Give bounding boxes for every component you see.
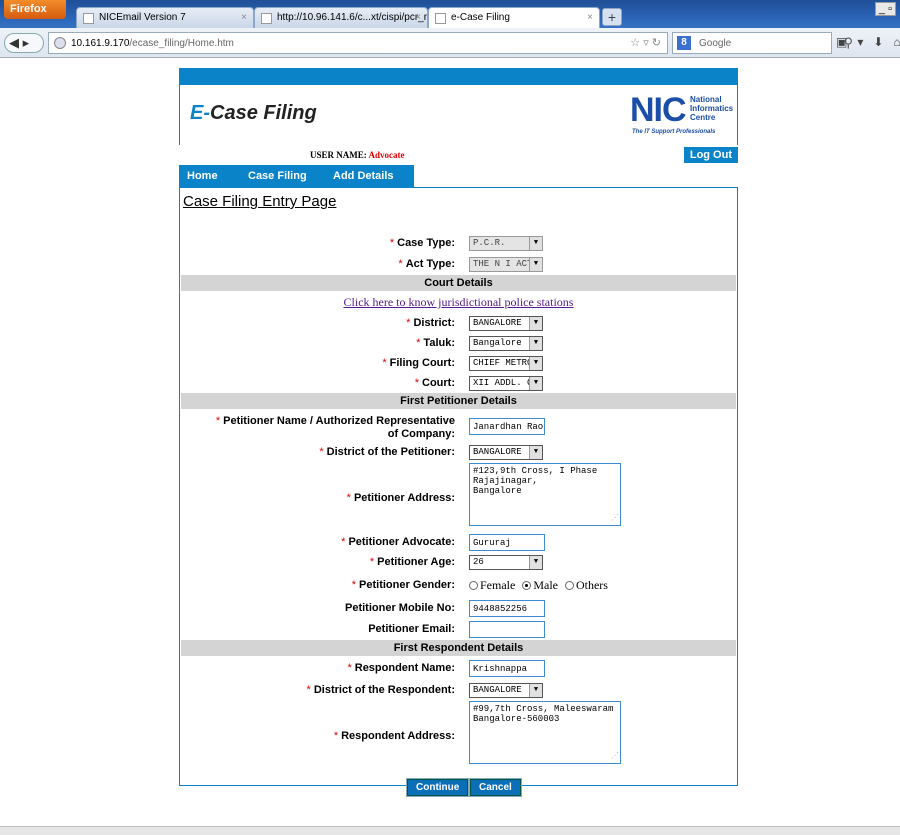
- main-menu: Home Case Filing Add Details: [179, 165, 414, 187]
- menu-item-home[interactable]: Home: [187, 170, 218, 182]
- close-tab-icon[interactable]: ×: [587, 12, 593, 23]
- taluk-row: * Taluk: Bangalore ▼: [180, 336, 737, 351]
- nic-logo: NIC National Informatics Centre The IT Sup…: [630, 91, 734, 135]
- menu-item-add-details[interactable]: Add Details: [333, 170, 394, 182]
- police-stations-link[interactable]: Click here to know jurisdictional police…: [180, 295, 737, 310]
- firefox-menu-button[interactable]: Firefox: [4, 0, 66, 19]
- petitioner-mobile-input[interactable]: 9448852256: [469, 600, 545, 617]
- filing-court-row: * Filing Court: CHIEF METROP ▼: [180, 356, 737, 371]
- search-placeholder: Google: [699, 38, 732, 49]
- petitioner-district-select[interactable]: BANGALORE ▼: [469, 445, 543, 460]
- page-icon: [83, 13, 94, 24]
- gender-male-radio[interactable]: Male: [522, 578, 558, 592]
- chevron-down-icon: ▼: [529, 337, 542, 350]
- district-row: * District: BANGALORE ▼: [180, 316, 737, 331]
- new-tab-button[interactable]: +: [602, 8, 622, 26]
- chevron-down-icon: ▼: [529, 357, 542, 370]
- chevron-down-icon: ▼: [529, 684, 542, 697]
- logout-button[interactable]: Log Out: [683, 147, 738, 163]
- page-title: Case Filing Entry Page: [183, 193, 337, 210]
- case-type-row: * Case Type: P.C.R. ▼: [180, 236, 737, 251]
- act-type-select[interactable]: THE N I ACT, 1 ▼: [469, 257, 543, 272]
- ecase-logo: E-Case Filing: [190, 102, 317, 124]
- court-row: * Court: XII ADDL. CHI ▼: [414, 376, 543, 391]
- respondent-address-row: * Respondent Address: #99,7th Cross, Male…: [180, 701, 737, 764]
- search-box[interactable]: 8 Google ⚲: [672, 32, 853, 54]
- chevron-down-icon: ▼: [529, 317, 542, 330]
- respondent-address-textarea[interactable]: #99,7th Cross, Maleeswaram Bangalore-560…: [469, 701, 621, 764]
- close-tab-icon[interactable]: ×: [241, 12, 247, 23]
- close-tab-icon[interactable]: ×: [415, 12, 421, 23]
- petitioner-address-row: * Petitioner Address: #123,9th Cross, I P…: [180, 463, 737, 526]
- filing-court-select[interactable]: CHIEF METROP ▼: [469, 356, 543, 371]
- tab-nicemail[interactable]: NICEmail Version 7 ×: [76, 7, 254, 28]
- district-select[interactable]: BANGALORE ▼: [469, 316, 543, 331]
- chevron-down-icon: ▼: [529, 258, 542, 271]
- petitioner-email-input[interactable]: [469, 621, 545, 638]
- google-icon: 8: [677, 36, 691, 50]
- respondent-district-row: * District of the Respondent: BANGALORE ▼: [180, 683, 737, 698]
- respondent-name-input[interactable]: Krishnappa: [469, 660, 545, 677]
- petitioner-advocate-input[interactable]: Gururaj: [469, 534, 545, 551]
- page-container: E-Case Filing NIC National Informatics Cen…: [179, 68, 738, 797]
- status-bar: [0, 826, 900, 835]
- case-type-select[interactable]: P.C.R. ▼: [469, 236, 543, 251]
- chevron-down-icon: ▼: [529, 377, 542, 390]
- resize-grip-icon: ⋰: [611, 752, 619, 761]
- petitioner-address-textarea[interactable]: #123,9th Cross, I Phase Rajajinagar, Ban…: [469, 463, 621, 526]
- petitioner-age-row: * Petitioner Age: 26 ▼: [180, 555, 737, 570]
- first-respondent-header: First Respondent Details: [181, 640, 736, 656]
- bookmark-reload-icons[interactable]: ☆ ▿ ↻: [630, 36, 661, 49]
- form-panel: Case Filing Entry Page * Case Type: P.C.R…: [179, 187, 738, 797]
- toolbar-icons[interactable]: ▣▾⬇⌂: [836, 35, 900, 49]
- back-forward-buttons[interactable]: ◀ ▸: [4, 33, 44, 53]
- page-icon: [435, 13, 446, 24]
- chevron-down-icon: ▼: [529, 237, 542, 250]
- user-bar: USER NAME: Advocate Log Out: [179, 145, 738, 165]
- globe-icon: [54, 37, 66, 49]
- respondent-district-select[interactable]: BANGALORE ▼: [469, 683, 543, 698]
- first-petitioner-header: First Petitioner Details: [181, 393, 736, 409]
- window-controls[interactable]: _ ▫: [874, 2, 896, 16]
- menu-item-case-filing[interactable]: Case Filing: [248, 170, 307, 182]
- gender-female-radio[interactable]: Female: [469, 578, 515, 592]
- header-banner: E-Case Filing NIC National Informatics Cen…: [179, 85, 738, 145]
- navigation-bar: ◀ ▸ 10.161.9.170/ecase_filing/Home.htm ☆…: [0, 28, 900, 58]
- petitioner-district-row: * District of the Petitioner: BANGALORE ▼: [180, 445, 737, 460]
- browser-tab-bar: Firefox NICEmail Version 7 × http://10.9…: [0, 0, 900, 28]
- cancel-button[interactable]: Cancel: [469, 778, 522, 797]
- court-select[interactable]: XII ADDL. CHI ▼: [469, 376, 543, 391]
- continue-button[interactable]: Continue: [405, 778, 470, 797]
- tab-ecase-filing[interactable]: e-Case Filing ×: [428, 7, 600, 28]
- taluk-select[interactable]: Bangalore ▼: [469, 336, 543, 351]
- petitioner-name-input[interactable]: Janardhan Rao: [469, 418, 545, 435]
- petitioner-age-select[interactable]: 26 ▼: [469, 555, 543, 570]
- tab-pcr-report[interactable]: http://10.96.141.6/c...xt/cispi/pcr_rep.…: [254, 7, 428, 28]
- act-type-row: * Act Type: THE N I ACT, 1 ▼: [398, 257, 543, 272]
- resize-grip-icon: ⋰: [611, 514, 619, 523]
- gender-radio-group: Female Male Others: [469, 578, 608, 593]
- court-details-header: Court Details: [181, 275, 736, 291]
- chevron-down-icon: ▼: [529, 446, 542, 459]
- gender-others-radio[interactable]: Others: [564, 578, 608, 592]
- header-strip: [179, 68, 738, 85]
- address-bar[interactable]: 10.161.9.170/ecase_filing/Home.htm ☆ ▿ ↻: [48, 32, 668, 54]
- page-icon: [261, 13, 272, 24]
- chevron-down-icon: ▼: [529, 556, 542, 569]
- user-name-label: USER NAME: Advocate: [310, 150, 405, 160]
